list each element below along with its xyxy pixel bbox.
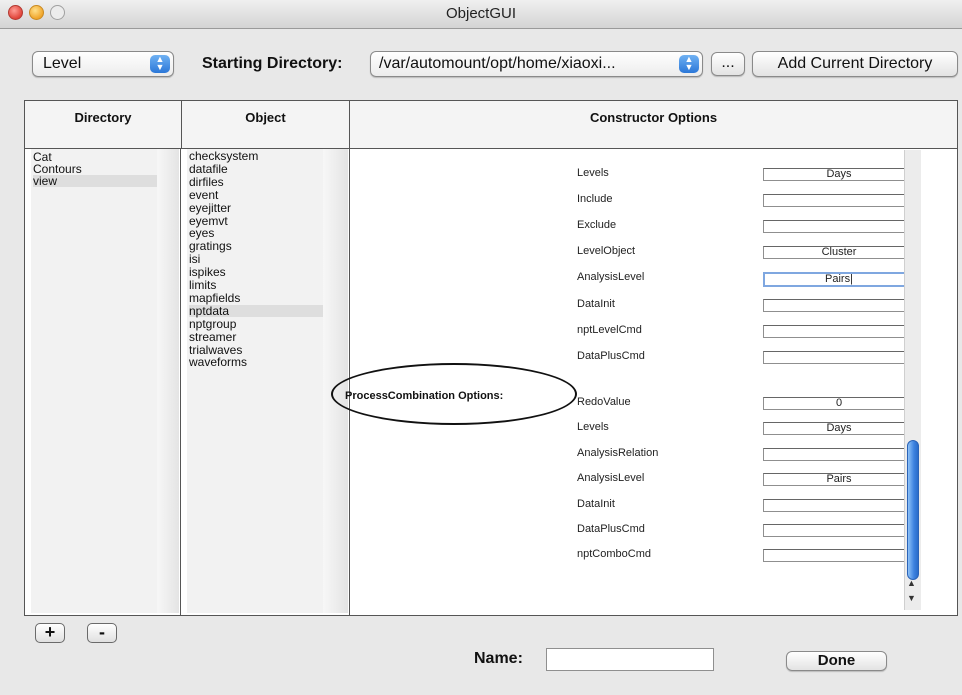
directory-list[interactable]: Cat Contours view — [31, 149, 157, 613]
add-current-directory-button[interactable]: Add Current Directory — [752, 51, 958, 77]
constructor-option-field[interactable]: Cluster — [763, 246, 915, 260]
object-list-item[interactable]: datafile — [189, 163, 228, 175]
constructor-option-field[interactable] — [763, 324, 915, 338]
object-list-item[interactable]: event — [189, 189, 218, 201]
window-title: ObjectGUI — [445, 5, 517, 22]
scroll-down-arrow-icon[interactable]: ▼ — [907, 593, 916, 603]
directory-column-header: Directory — [25, 101, 182, 149]
options-scrollbar[interactable]: ▲ ▼ — [904, 150, 921, 610]
process-combination-option-field[interactable]: 0 — [763, 397, 915, 410]
process-combination-option-field[interactable] — [763, 524, 915, 537]
object-list-item[interactable]: dirfiles — [189, 176, 224, 188]
object-list-item[interactable]: trialwaves — [189, 344, 242, 356]
constructor-option-label: Include — [577, 193, 613, 206]
process-combination-option-label: AnalysisRelation — [577, 446, 659, 459]
object-list-item[interactable]: eyejitter — [189, 202, 231, 214]
name-input[interactable] — [546, 648, 714, 671]
starting-directory-value: /var/automount/opt/home/xiaoxi... — [379, 55, 616, 72]
options-scrollbar-thumb[interactable] — [907, 440, 919, 580]
constructor-option-field[interactable] — [763, 220, 915, 234]
directory-list-scroll-track — [157, 149, 179, 613]
constructor-options-header: Constructor Options — [350, 101, 957, 149]
constructor-option-field[interactable] — [763, 194, 915, 208]
object-list-item[interactable]: eyes — [189, 227, 214, 239]
starting-directory-select[interactable]: /var/automount/opt/home/xiaoxi... ▲ ▼ — [370, 51, 703, 77]
add-directory-button[interactable]: + — [35, 623, 65, 643]
level-select-value: Level — [43, 55, 82, 72]
constructor-option-label: LevelObject — [577, 245, 636, 258]
level-select[interactable]: Level ▲ ▼ — [32, 51, 174, 77]
object-list-item[interactable]: checksystem — [189, 150, 258, 162]
constructor-option-label: nptLevelCmd — [577, 323, 642, 336]
constructor-option-field[interactable] — [763, 350, 915, 364]
process-combination-option-field[interactable] — [763, 549, 915, 563]
title-bar[interactable]: ObjectGUI — [0, 0, 962, 29]
level-select-stepper-icon: ▲ ▼ — [150, 55, 170, 73]
constructor-option-label: AnalysisLevel — [577, 271, 645, 284]
object-list-item[interactable]: streamer — [189, 331, 236, 343]
starting-directory-label: Starting Directory: — [202, 55, 343, 72]
object-list-item[interactable]: eyemvt — [189, 215, 228, 227]
constructor-option-label: Levels — [577, 167, 609, 179]
scroll-up-arrow-icon[interactable]: ▲ — [907, 578, 916, 588]
process-combination-heading: ProcessCombination Options: — [345, 390, 504, 402]
object-gui-window: ObjectGUI Level ▲ ▼ Starting Directory: /… — [0, 0, 962, 695]
process-combination-option-label: DataPlusCmd — [577, 523, 645, 535]
done-button[interactable]: Done — [786, 651, 887, 671]
object-column-header: Object — [182, 101, 350, 149]
process-combination-option-field[interactable]: Pairs — [763, 473, 915, 487]
process-combination-option-field[interactable] — [763, 447, 915, 461]
browse-button[interactable]: ... — [711, 52, 745, 76]
remove-directory-button[interactable]: - — [87, 623, 117, 643]
constructor-option-field[interactable] — [763, 298, 915, 312]
object-list-item[interactable]: limits — [189, 279, 216, 291]
constructor-option-label: DataInit — [577, 297, 615, 310]
process-combination-option-field[interactable]: Days — [763, 422, 915, 436]
object-list-item[interactable]: ispikes — [189, 266, 226, 278]
process-combination-option-label: DataInit — [577, 497, 615, 510]
constructor-option-field[interactable]: Days — [763, 168, 915, 181]
process-combination-option-label: nptComboCmd — [577, 548, 651, 561]
column-divider — [180, 149, 181, 615]
process-combination-option-label: Levels — [577, 421, 609, 434]
object-list-item[interactable]: nptgroup — [189, 318, 236, 330]
constructor-option-field[interactable]: Pairs| — [763, 272, 915, 288]
name-label: Name: — [474, 650, 523, 667]
constructor-option-label: Exclude — [577, 219, 617, 232]
object-list[interactable]: checksystem datafile dirfiles event eyejitte… — [187, 149, 323, 613]
object-list-item[interactable]: gratings — [189, 240, 232, 252]
object-list-item[interactable]: nptdata — [189, 304, 323, 317]
object-list-item[interactable]: isi — [189, 253, 200, 265]
directory-list-item[interactable]: view — [33, 175, 157, 187]
directory-select-stepper-icon: ▲ ▼ — [679, 55, 699, 73]
process-combination-option-label: AnalysisLevel — [577, 472, 645, 485]
object-list-item[interactable]: waveforms — [189, 356, 247, 368]
object-list-item[interactable]: mapfields — [189, 292, 240, 304]
process-combination-option-field[interactable] — [763, 498, 915, 512]
process-combination-option-label: RedoValue — [577, 396, 631, 408]
constructor-option-label: DataPlusCmd — [577, 349, 645, 362]
